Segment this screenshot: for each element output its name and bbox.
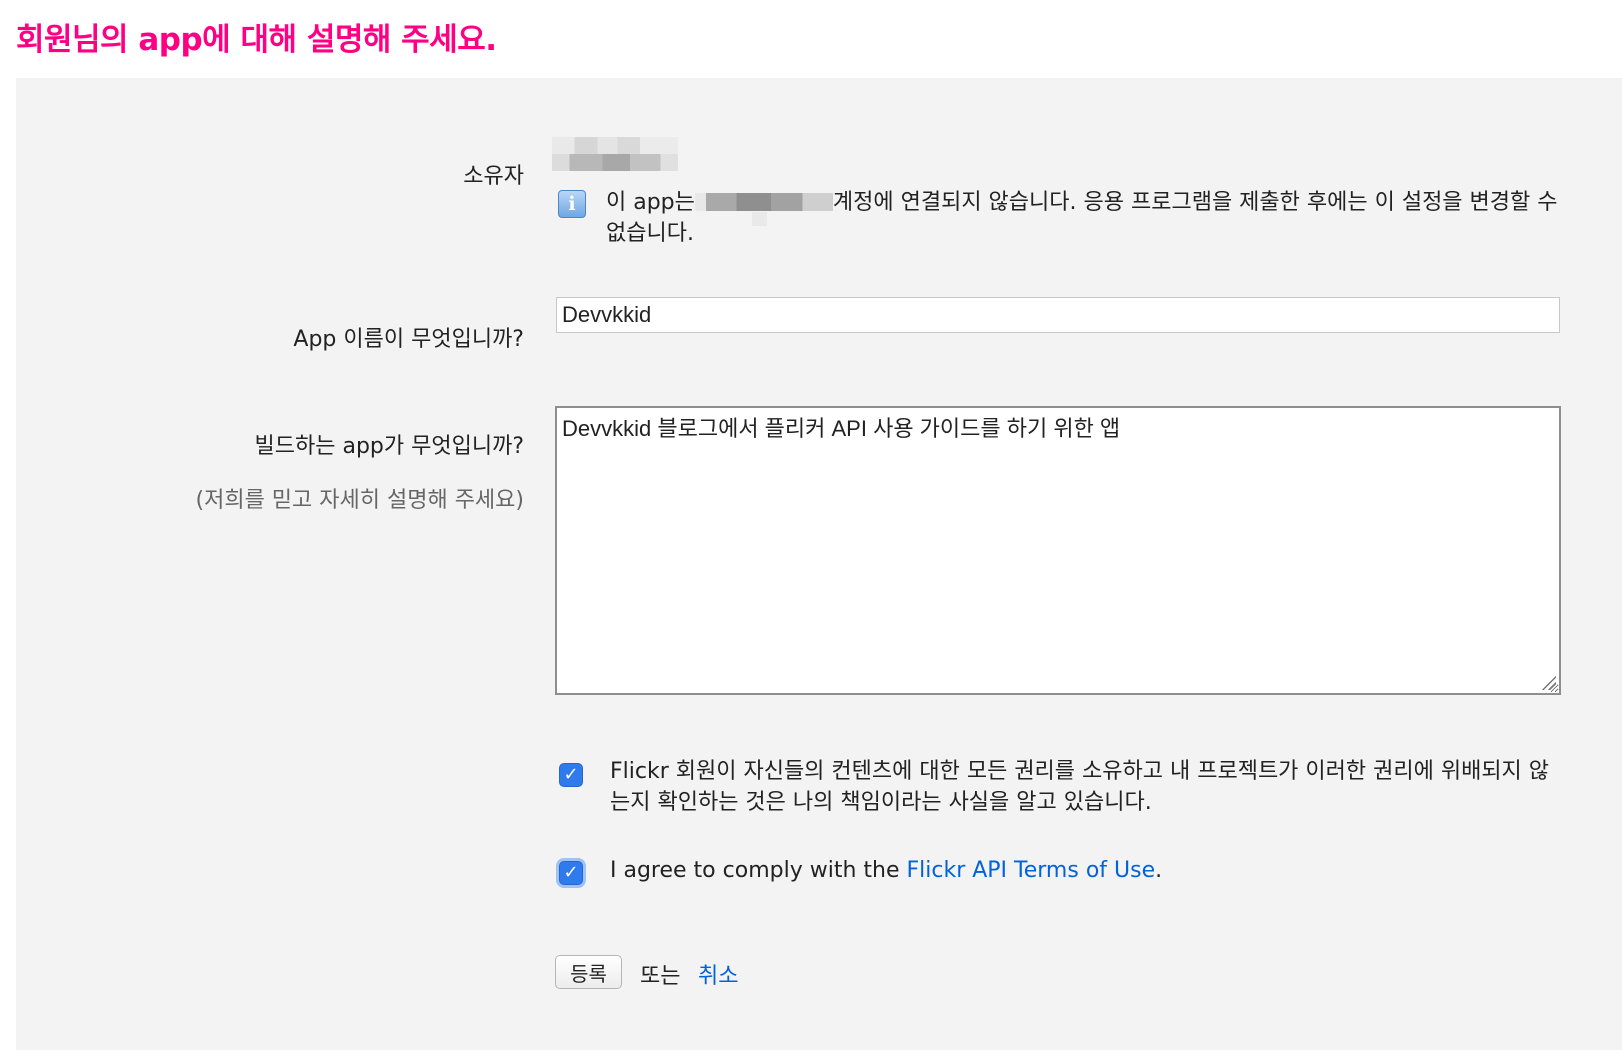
submit-button[interactable]: 등록 [555,955,622,989]
or-separator: 또는 [640,964,681,989]
account-name-redacted [694,193,833,211]
rights-label: Flickr 회원이 자신들의 컨텐츠에 대한 모든 권리를 소유하고 내 프로… [610,759,1550,815]
app-name-input[interactable] [556,297,1560,333]
info-icon: i [558,190,586,218]
description-hint: (저희를 믿고 자세히 설명해 주세요) [195,488,525,513]
terms-checkbox[interactable]: ✓ [559,861,583,885]
terms-label: I agree to comply with the Flickr API Te… [610,855,1162,886]
owner-label: 소유자 [463,164,524,189]
owner-notice-prefix: 이 app는 [606,190,695,215]
cancel-link[interactable]: 취소 [698,958,738,990]
owner-notice: 이 app는 계정에 연결되지 않습니다. 응용 프로그램을 제출한 후에는 이 … [606,187,1566,249]
app-name-label: App 이름이 무엇입니까? [293,327,524,352]
terms-prefix: I agree to comply with the [610,858,907,883]
resize-handle-icon[interactable] [1540,674,1556,690]
terms-suffix: . [1155,858,1163,883]
redaction-fragment [752,212,767,226]
owner-avatar-redacted [552,137,678,171]
checkmark-icon: ✓ [563,862,579,883]
terms-of-use-link[interactable]: Flickr API Terms of Use [906,858,1155,883]
checkmark-icon: ✓ [563,764,579,785]
description-textarea[interactable]: Devvkkid 블로그에서 플리커 API 사용 가이드를 하기 위한 앱 [555,406,1561,695]
page-title: 회원님의 app에 대해 설명해 주세요. [16,22,497,58]
description-label: 빌드하는 app가 무엇입니까? [254,434,524,459]
rights-checkbox[interactable]: ✓ [559,763,583,787]
